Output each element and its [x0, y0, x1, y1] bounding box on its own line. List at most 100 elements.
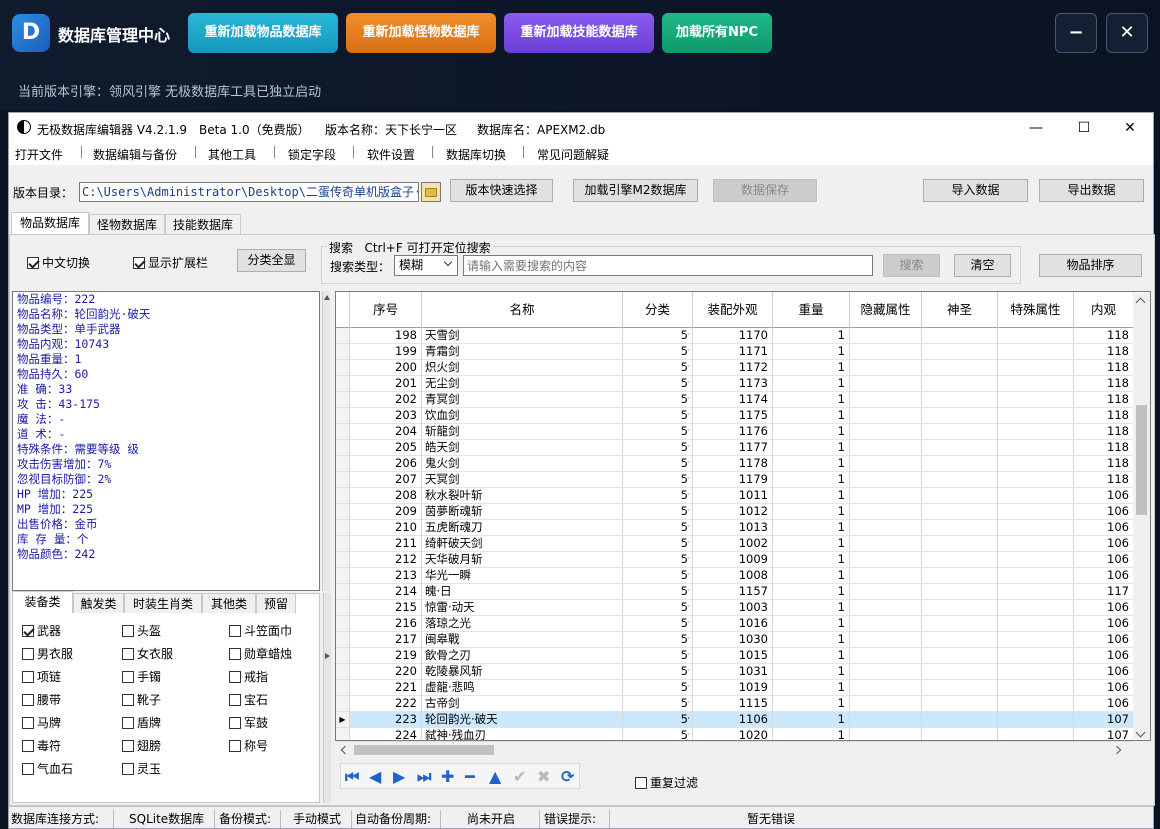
table-cell[interactable]: 魄·日 [422, 584, 623, 600]
table-cell[interactable]: 斩龍剑 [422, 424, 623, 440]
table-row[interactable]: 216 落琼之光 5 ⋯ 1016 1 106 [336, 616, 1136, 632]
category-checkbox[interactable]: 斗笠面巾 [229, 622, 292, 639]
table-cell[interactable]: 1003 [693, 600, 773, 616]
table-cell[interactable]: 1 [773, 408, 850, 424]
table-cell[interactable] [850, 456, 922, 472]
table-cell[interactable] [850, 680, 922, 696]
table-row[interactable]: 199 青霜剑 5 ⋯ 1171 1 118 [336, 344, 1136, 360]
table-cell[interactable]: 饮血剑 [422, 408, 623, 424]
table-cell[interactable] [998, 536, 1074, 552]
table-cell[interactable] [922, 392, 998, 408]
table-cell[interactable]: 211 [350, 536, 422, 552]
table-cell[interactable]: 乾陵暴风斩 [422, 664, 623, 680]
table-cell[interactable]: 118 [1074, 408, 1134, 424]
table-cell[interactable]: 1016 [693, 616, 773, 632]
scroll-right-icon[interactable] [1112, 745, 1122, 755]
table-cell[interactable]: 201 [350, 376, 422, 392]
ellipsis-icon[interactable]: ⋯ [681, 648, 690, 663]
row-header[interactable] [336, 664, 350, 680]
table-cell[interactable] [850, 648, 922, 664]
table-cell[interactable] [998, 376, 1074, 392]
table-cell[interactable]: 1002 [693, 536, 773, 552]
table-cell[interactable]: 223 [350, 712, 422, 728]
table-cell[interactable]: 1015 [693, 648, 773, 664]
table-row[interactable]: 198 天雪剑 5 ⋯ 1170 1 118 [336, 328, 1136, 344]
row-header[interactable] [336, 536, 350, 552]
table-cell[interactable] [850, 616, 922, 632]
table-cell[interactable]: 106 [1074, 552, 1134, 568]
save-data-button[interactable]: 数据保存 [713, 179, 817, 202]
table-cell[interactable] [998, 600, 1074, 616]
table-cell[interactable] [850, 408, 922, 424]
reload-items-button[interactable]: 重新加载物品数据库 [188, 13, 338, 53]
table-cell[interactable] [922, 376, 998, 392]
table-cell[interactable]: 炽火剑 [422, 360, 623, 376]
table-cell[interactable]: 1 [773, 552, 850, 568]
table-cell[interactable] [922, 408, 998, 424]
table-cell[interactable]: 1 [773, 520, 850, 536]
table-cell[interactable]: 118 [1074, 328, 1134, 344]
table-row[interactable]: 215 惊雷·动天 5 ⋯ 1003 1 106 [336, 600, 1136, 616]
table-cell[interactable] [998, 584, 1074, 600]
table-cell[interactable] [850, 664, 922, 680]
table-cell[interactable]: 惊雷·动天 [422, 600, 623, 616]
ellipsis-icon[interactable]: ⋯ [681, 536, 690, 551]
table-cell[interactable]: 215 [350, 600, 422, 616]
category-checkbox[interactable]: 手镯 [122, 668, 161, 685]
table-row[interactable]: 208 秋水裂叶斩 5 ⋯ 1011 1 106 [336, 488, 1136, 504]
table-cell[interactable]: 118 [1074, 392, 1134, 408]
ellipsis-icon[interactable]: ⋯ [681, 328, 690, 343]
table-cell[interactable]: 1 [773, 440, 850, 456]
ellipsis-icon[interactable]: ⋯ [681, 584, 690, 599]
table-row[interactable]: 219 飲骨之刃 5 ⋯ 1015 1 106 [336, 648, 1136, 664]
table-row[interactable]: 213 华光一瞬 5 ⋯ 1008 1 106 [336, 568, 1136, 584]
table-cell[interactable]: 1 [773, 568, 850, 584]
table-cell[interactable] [998, 728, 1074, 740]
table-cell[interactable] [998, 680, 1074, 696]
menu-settings[interactable]: 软件设置 [367, 146, 415, 163]
category-checkbox[interactable]: 勋章蜡烛 [229, 645, 292, 662]
row-header[interactable] [336, 520, 350, 536]
table-cell[interactable] [998, 648, 1074, 664]
column-header[interactable]: 神圣 [922, 292, 998, 328]
table-cell[interactable]: 202 [350, 392, 422, 408]
row-header[interactable] [336, 328, 350, 344]
table-cell[interactable]: 106 [1074, 696, 1134, 712]
table-cell[interactable] [850, 520, 922, 536]
row-header[interactable] [336, 360, 350, 376]
row-header[interactable]: ▶ [336, 712, 350, 728]
category-checkbox[interactable]: 宝石 [229, 691, 268, 708]
table-cell[interactable]: 1 [773, 392, 850, 408]
table-cell[interactable] [998, 712, 1074, 728]
category-tab[interactable]: 时装生肖类 [124, 593, 202, 613]
scroll-up-icon[interactable] [1135, 297, 1146, 308]
close-button[interactable]: ✕ [1106, 13, 1148, 53]
table-cell[interactable] [922, 424, 998, 440]
table-cell[interactable] [922, 568, 998, 584]
table-cell[interactable]: 1157 [693, 584, 773, 600]
ellipsis-icon[interactable]: ⋯ [681, 552, 690, 567]
table-cell[interactable]: 214 [350, 584, 422, 600]
table-cell[interactable] [998, 616, 1074, 632]
table-cell[interactable] [998, 440, 1074, 456]
table-cell[interactable]: 107 [1074, 728, 1134, 740]
row-header[interactable] [336, 472, 350, 488]
table-cell[interactable] [850, 632, 922, 648]
menu-lock-fields[interactable]: 锁定字段 [288, 146, 336, 163]
table-cell[interactable]: 1013 [693, 520, 773, 536]
table-cell[interactable]: 117 [1074, 584, 1134, 600]
category-checkbox[interactable]: 翅膀 [122, 737, 161, 754]
table-cell[interactable]: 1 [773, 536, 850, 552]
add-record-icon[interactable]: ✚ [441, 767, 454, 786]
category-checkbox[interactable]: 戒指 [229, 668, 268, 685]
table-cell[interactable]: 天雪剑 [422, 328, 623, 344]
table-cell[interactable]: 1 [773, 712, 850, 728]
table-cell[interactable] [850, 600, 922, 616]
table-cell[interactable]: 106 [1074, 664, 1134, 680]
table-cell[interactable]: 1 [773, 488, 850, 504]
table-cell[interactable] [922, 728, 998, 740]
ellipsis-icon[interactable]: ⋯ [681, 376, 690, 391]
row-header[interactable] [336, 424, 350, 440]
table-cell[interactable]: 106 [1074, 680, 1134, 696]
table-cell[interactable]: 无尘剑 [422, 376, 623, 392]
